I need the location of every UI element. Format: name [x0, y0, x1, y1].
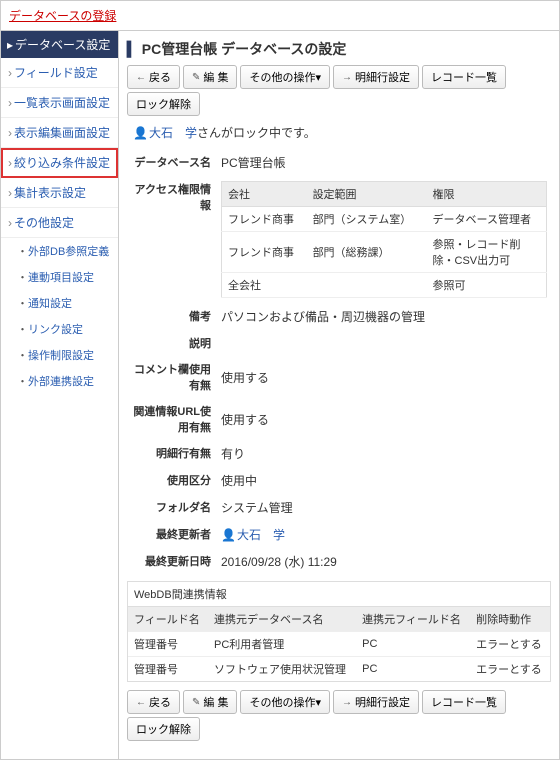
row-value-updater: 👤大石 学 [217, 521, 551, 548]
list-button[interactable]: レコード一覧 [422, 65, 506, 89]
back-button[interactable]: ←戻る [127, 690, 180, 714]
row-value-dbname: PC管理台帳 [217, 149, 551, 176]
btn-icon: → [342, 697, 352, 708]
sidebar-subitem-4[interactable]: 操作制限設定 [1, 342, 118, 368]
sidebar-subitem-0[interactable]: 外部DB参照定義 [1, 238, 118, 264]
other-button[interactable]: その他の操作▾ [240, 690, 330, 714]
list-button[interactable]: レコード一覧 [422, 690, 506, 714]
btn-icon: ✎ [192, 697, 200, 708]
arrow-icon: ▸ [7, 38, 13, 52]
row-value-folder: システム管理 [217, 494, 551, 521]
row-label-usage: 使用区分 [127, 467, 217, 494]
sidebar-subitem-3[interactable]: リンク設定 [1, 316, 118, 342]
row-label-comment: コメント欄使用有無 [127, 356, 217, 398]
btn-icon: ← [136, 72, 146, 83]
caret-icon: › [8, 216, 12, 230]
row-label-memo: 備考 [127, 303, 217, 330]
caret-icon: › [8, 66, 12, 80]
sidebar-item-3[interactable]: ›絞り込み条件設定 [1, 148, 118, 178]
row-value-updated: 2016/09/28 (水) 11:29 [217, 548, 551, 575]
lock-user[interactable]: 大石 学 [149, 126, 197, 140]
sidebar-item-0[interactable]: ›フィールド設定 [1, 58, 118, 88]
row-value-detailrow: 有り [217, 440, 551, 467]
sidebar-subitem-2[interactable]: 通知設定 [1, 290, 118, 316]
back-button[interactable]: ←戻る [127, 65, 180, 89]
updater-link[interactable]: 大石 学 [237, 528, 285, 542]
sidebar-header: ▸データベース設定 [1, 31, 118, 58]
sidebar-item-4[interactable]: ›集計表示設定 [1, 178, 118, 208]
person-icon: 👤 [133, 126, 148, 140]
sidebar-subitem-5[interactable]: 外部連携設定 [1, 368, 118, 394]
linkage-title: WebDB間連携情報 [128, 582, 550, 607]
row-label-updater: 最終更新者 [127, 521, 217, 548]
btn-icon: ✎ [192, 72, 200, 83]
unlock-button[interactable]: ロック解除 [127, 92, 200, 116]
lock-status: 👤大石 学さんがロック中です。 [133, 124, 551, 141]
unlock-button[interactable]: ロック解除 [127, 717, 200, 741]
person-icon: 👤 [221, 528, 236, 542]
row-value-relurl: 使用する [217, 398, 551, 440]
detail-button[interactable]: →明細行設定 [333, 65, 419, 89]
detail-button[interactable]: →明細行設定 [333, 690, 419, 714]
row-label-relurl: 関連情報URL使用有無 [127, 398, 217, 440]
other-button[interactable]: その他の操作▾ [240, 65, 330, 89]
sidebar-subitem-1[interactable]: 連動項目設定 [1, 264, 118, 290]
access-table: 会社設定範囲権限フレンド商事部門（システム室）データベース管理者フレンド商事部門… [221, 181, 547, 298]
row-value-memo: パソコンおよび備品・周辺機器の管理 [217, 303, 551, 330]
register-db-link[interactable]: データベースの登録 [1, 1, 559, 31]
row-label-updated: 最終更新日時 [127, 548, 217, 575]
sidebar: ▸データベース設定 ›フィールド設定›一覧表示画面設定›表示編集画面設定›絞り込… [1, 31, 119, 759]
row-label-detailrow: 明細行有無 [127, 440, 217, 467]
sidebar-item-5[interactable]: ›その他設定 [1, 208, 118, 238]
link-row: 管理番号PC利用者管理PCエラーとする [128, 632, 550, 657]
main: ▍PC管理台帳 データベースの設定 ←戻る✎編 集その他の操作▾→明細行設定レコ… [119, 31, 559, 759]
sidebar-item-1[interactable]: ›一覧表示画面設定 [1, 88, 118, 118]
row-value-desc [217, 330, 551, 356]
edit-button[interactable]: ✎編 集 [183, 65, 237, 89]
link-row: 管理番号ソフトウェア使用状況管理PCエラーとする [128, 657, 550, 682]
linkage-section: WebDB間連携情報 フィールド名連携元データベース名連携元フィールド名削除時動… [127, 581, 551, 682]
caret-icon: › [8, 96, 12, 110]
btn-icon: → [342, 72, 352, 83]
row-label-folder: フォルダ名 [127, 494, 217, 521]
sidebar-item-2[interactable]: ›表示編集画面設定 [1, 118, 118, 148]
caret-icon: › [8, 186, 12, 200]
edit-button[interactable]: ✎編 集 [183, 690, 237, 714]
row-value-usage: 使用中 [217, 467, 551, 494]
btn-icon: ← [136, 697, 146, 708]
row-label-dbname: データベース名 [127, 149, 217, 176]
row-label-desc: 説明 [127, 330, 217, 356]
caret-icon: › [8, 126, 12, 140]
caret-icon: › [8, 156, 12, 170]
row-value-comment: 使用する [217, 356, 551, 398]
page-title: ▍PC管理台帳 データベースの設定 [127, 39, 551, 59]
row-label-access: アクセス権限情報 [127, 176, 217, 303]
